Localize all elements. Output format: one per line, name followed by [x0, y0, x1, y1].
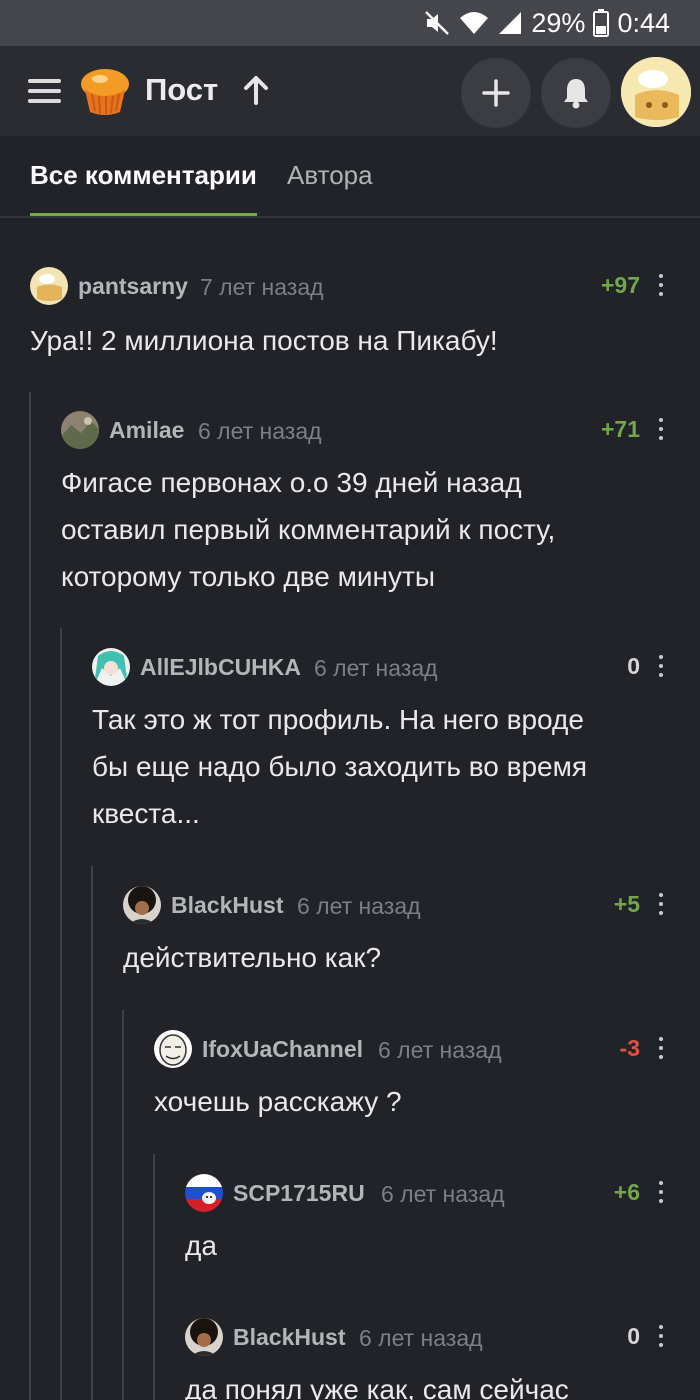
- avatar[interactable]: [185, 1174, 223, 1212]
- status-bar: 29% 0:44: [0, 0, 700, 46]
- comment-author[interactable]: Amilae: [109, 417, 184, 444]
- notifications-button[interactable]: [541, 58, 611, 128]
- avatar-image-icon: [123, 886, 161, 924]
- battery-icon: [593, 9, 610, 37]
- comment-rating: +71: [600, 416, 640, 442]
- comment-author[interactable]: BlackHust: [171, 892, 283, 919]
- menu-icon: [28, 79, 61, 83]
- comment-author[interactable]: IfoxUaChannel: [202, 1036, 363, 1063]
- comment-header: pantsarny 7 лет назад +97: [0, 267, 700, 307]
- comment-text: да: [185, 1230, 217, 1261]
- comment-header: SCP1715RU 6 лет назад +6: [0, 1174, 700, 1214]
- plus-icon: [482, 79, 510, 107]
- comment-text: хочешь расскажу ?: [154, 1086, 402, 1117]
- wifi-icon: [460, 12, 489, 34]
- comment-rating: +5: [613, 891, 640, 917]
- avatar-image-icon: [30, 267, 68, 305]
- comment-time: 6 лет назад: [378, 1037, 502, 1063]
- comment-time: 6 лет назад: [359, 1325, 483, 1351]
- avatar[interactable]: [123, 886, 161, 924]
- avatar-image-icon: [61, 411, 99, 449]
- comment-author[interactable]: pantsarny: [78, 273, 188, 300]
- comment-rating: +6: [613, 1179, 640, 1205]
- comment-time: 6 лет назад: [314, 655, 438, 681]
- avatar[interactable]: [92, 648, 130, 686]
- battery-percent: 29%: [531, 7, 586, 38]
- more-options-icon[interactable]: [658, 655, 664, 679]
- comment-header: BlackHust 6 лет назад +5: [0, 886, 700, 926]
- comment-rating: +97: [600, 272, 640, 298]
- comment-author[interactable]: BlackHust: [233, 1324, 345, 1351]
- comment-time: 6 лет назад: [198, 418, 322, 444]
- more-options-icon[interactable]: [658, 1037, 664, 1061]
- add-post-button[interactable]: [461, 58, 531, 128]
- avatar[interactable]: [154, 1030, 192, 1068]
- more-options-icon[interactable]: [658, 418, 664, 442]
- avatar-image-icon: [154, 1030, 192, 1068]
- avatar[interactable]: [61, 411, 99, 449]
- comment-author[interactable]: AllEJlbCUHKA: [140, 654, 301, 681]
- clock: 0:44: [617, 7, 670, 38]
- active-tab-indicator: [30, 213, 257, 216]
- comment-text: Фигасе первонах о.о 39 дней назад остави…: [61, 467, 556, 592]
- comment-author[interactable]: SCP1715RU: [233, 1180, 365, 1207]
- comment-header: AllEJlbCUHKA 6 лет назад 0: [0, 648, 700, 688]
- more-options-icon[interactable]: [658, 274, 664, 298]
- comment-text: Ура!! 2 миллиона постов на Пикабу!: [30, 325, 498, 356]
- russia-flag-icon: [185, 1174, 223, 1212]
- comment-text: действительно как?: [123, 942, 382, 973]
- comment-rating: -3: [619, 1035, 640, 1061]
- menu-button[interactable]: [28, 79, 61, 103]
- avatar[interactable]: [185, 1318, 223, 1356]
- avatar[interactable]: [30, 267, 68, 305]
- more-options-icon[interactable]: [658, 1181, 664, 1205]
- comment-text: Так это ж тот профиль. На него вроде бы …: [92, 704, 588, 829]
- pikabu-logo-icon[interactable]: [78, 64, 132, 118]
- avatar-image-icon: [92, 648, 130, 686]
- user-avatar[interactable]: [621, 57, 691, 127]
- tab-all-comments[interactable]: Все комментарии: [30, 160, 257, 191]
- tab-author[interactable]: Автора: [287, 160, 373, 191]
- comment-time: 7 лет назад: [200, 274, 324, 300]
- comment-rating: 0: [627, 1323, 640, 1349]
- comment-header: IfoxUaChannel 6 лет назад -3: [0, 1030, 700, 1070]
- comment-tabs: Все комментарии Автора: [0, 136, 700, 218]
- arrow-up-icon[interactable]: [242, 75, 270, 105]
- signal-icon: [499, 12, 522, 34]
- avatar-image-icon: [185, 1318, 223, 1356]
- avatar-image-icon: [621, 57, 691, 127]
- mute-icon: [425, 11, 450, 35]
- page-title: Пост: [145, 72, 219, 107]
- comment-time: 6 лет назад: [297, 893, 421, 919]
- comment-rating: 0: [627, 653, 640, 679]
- comment-time: 6 лет назад: [381, 1181, 505, 1207]
- app-bar: Пост: [0, 46, 700, 136]
- bell-icon: [564, 79, 588, 109]
- more-options-icon[interactable]: [658, 1325, 664, 1349]
- more-options-icon[interactable]: [658, 893, 664, 917]
- comment-header: Amilae 6 лет назад +71: [0, 411, 700, 451]
- comment-text: да понял уже как, сам сейчас: [185, 1374, 569, 1400]
- comment-header: BlackHust 6 лет назад 0: [0, 1318, 700, 1358]
- thread-line: [60, 628, 62, 1400]
